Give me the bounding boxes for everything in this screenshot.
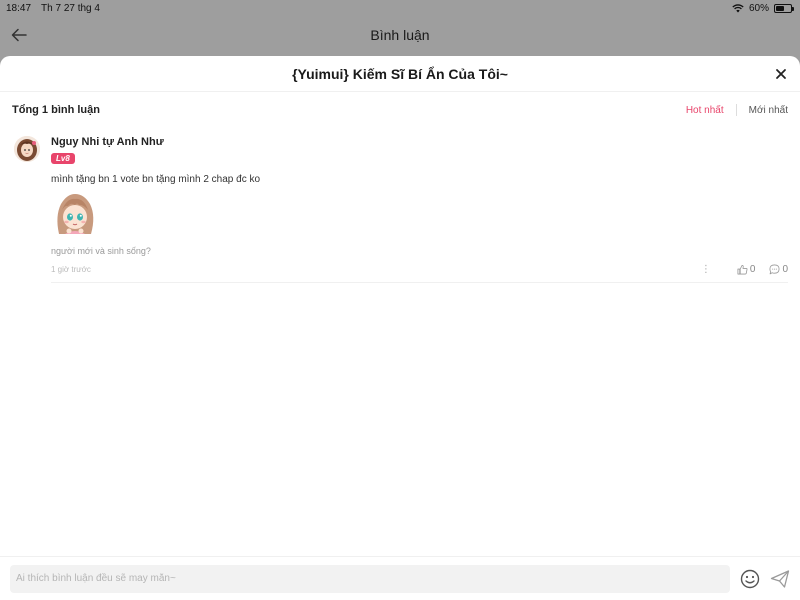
like-button[interactable]: 0	[737, 263, 756, 275]
sheet-title: {Yuimui} Kiếm Sĩ Bí Ẩn Của Tôi~	[292, 65, 508, 82]
sticker-caption: người mới và sinh sống?	[51, 246, 151, 256]
reply-button[interactable]: 0	[769, 264, 788, 275]
comment-body: Nguy Nhi tự Anh Như Lv8 mình tặng bn 1 v…	[51, 136, 788, 283]
status-date: Th 7 27 thg 4	[41, 2, 100, 14]
avatar[interactable]	[14, 136, 40, 162]
comment-input-bar	[0, 556, 800, 600]
wifi-icon	[732, 3, 744, 12]
paper-plane-icon[interactable]	[770, 569, 790, 589]
close-icon[interactable]	[774, 67, 788, 81]
sort-tabs: Hot nhất Mới nhất	[686, 104, 788, 116]
comments-sheet: {Yuimui} Kiếm Sĩ Bí Ẩn Của Tôi~ Tổng 1 b…	[0, 56, 800, 600]
total-comments-label: Tổng 1 bình luận	[12, 104, 100, 116]
anime-girl-sticker	[57, 194, 94, 234]
sort-tab-newest[interactable]: Mới nhất	[749, 105, 788, 116]
more-options-icon[interactable]: ⋮	[701, 264, 711, 275]
status-bar: 18:47 Th 7 27 thg 4 60%	[0, 0, 800, 16]
comment-username[interactable]: Nguy Nhi tự Anh Như	[51, 136, 788, 148]
thumbs-up-icon	[737, 264, 748, 274]
level-badge: Lv8	[51, 153, 75, 164]
sort-divider	[735, 104, 737, 116]
comment-timestamp: 1 giờ trước	[51, 264, 91, 274]
status-time: 18:47	[6, 2, 32, 14]
reply-count: 0	[782, 263, 788, 275]
battery-percent: 60%	[748, 2, 769, 14]
avatar-image	[14, 136, 40, 162]
battery-fill	[776, 5, 785, 11]
comment-meta-row: 1 giờ trước ⋮ 0 0	[51, 262, 788, 276]
sort-tab-hot[interactable]: Hot nhất	[686, 105, 724, 116]
smiley-icon[interactable]	[740, 569, 760, 589]
background-header: Bình luận	[0, 18, 800, 52]
sheet-header: {Yuimui} Kiếm Sĩ Bí Ẩn Của Tôi~	[0, 56, 800, 92]
comment-item: Nguy Nhi tự Anh Như Lv8 mình tặng bn 1 v…	[0, 128, 800, 283]
comment-actions: ⋮ 0 0	[701, 264, 788, 275]
summary-row: Tổng 1 bình luận Hot nhất Mới nhất	[0, 92, 800, 128]
like-count: 0	[749, 263, 756, 275]
speech-bubble-icon	[769, 264, 780, 274]
background-page-title: Bình luận	[370, 27, 430, 43]
comment-input[interactable]	[10, 564, 730, 593]
comment-text: mình tặng bn 1 vote bn tặng mình 2 chap …	[51, 174, 261, 185]
battery-icon	[774, 3, 794, 13]
